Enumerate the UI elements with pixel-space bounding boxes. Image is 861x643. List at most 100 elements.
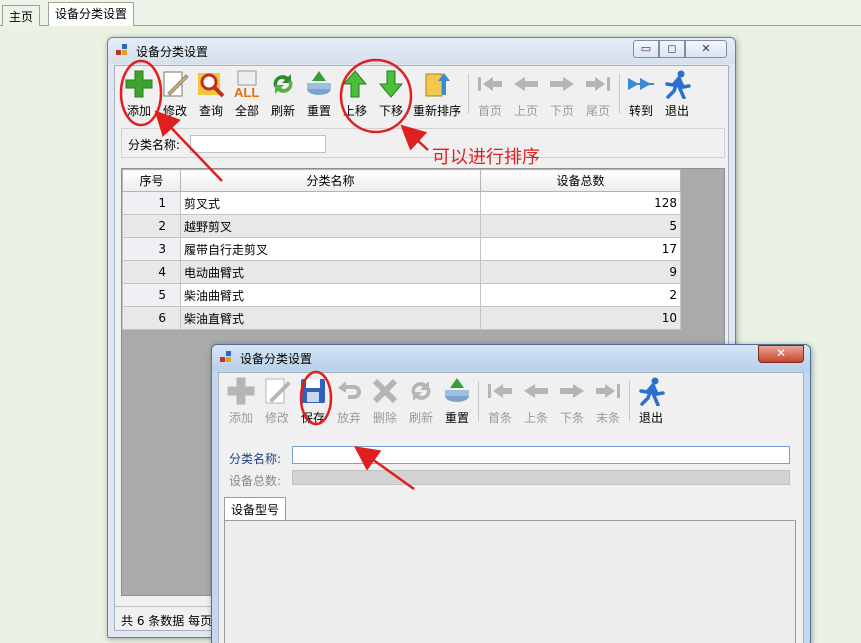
table-row[interactable]: 2 越野剪叉 5	[122, 214, 681, 238]
plus-button[interactable]: 添加	[223, 375, 259, 429]
exit-runner-button[interactable]: 退出	[659, 68, 695, 122]
arrow-down-icon	[375, 68, 407, 100]
edit-button[interactable]: 修改	[259, 375, 295, 429]
row-index-cell: 2	[122, 214, 181, 238]
tab-device-model[interactable]: 设备型号	[224, 497, 287, 520]
caption-buttons: ▭ ◻ ✕	[633, 40, 727, 58]
prev-record-icon	[520, 375, 552, 407]
category-name-field[interactable]	[292, 446, 790, 464]
row-index-cell: 1	[122, 191, 181, 215]
tab-home[interactable]: 主页	[2, 5, 41, 26]
magnifier-button[interactable]: 查询	[193, 68, 229, 122]
next-record-icon	[556, 375, 588, 407]
table-row[interactable]: 6 柴油直臂式 10	[122, 306, 681, 330]
toolbar-label: 退出	[638, 411, 663, 425]
column-header-index[interactable]: 序号	[122, 169, 181, 192]
edit-toolbar: 添加 修改 保存 放弃 删除 刷新 重置 首条 上条 下条 末条 退出	[223, 375, 669, 429]
all-button[interactable]: ALL 全部	[229, 68, 265, 122]
toolbar-label: 添加	[228, 411, 253, 425]
device-total-cell: 5	[480, 214, 681, 238]
category-name-cell: 剪叉式	[180, 191, 481, 215]
tab-device-category-settings[interactable]: 设备分类设置	[48, 2, 135, 27]
toolbar-label: 修改	[162, 104, 187, 118]
refresh-button[interactable]: 刷新	[265, 68, 301, 122]
app-icon	[220, 351, 232, 363]
search-panel: 分类名称:	[121, 128, 725, 158]
toolbar-label: 重置	[306, 104, 331, 118]
device-total-cell: 10	[480, 306, 681, 330]
table-row[interactable]: 3 履带自行走剪叉 17	[122, 237, 681, 261]
sort-annotation-text: 可以进行排序	[432, 147, 540, 168]
plus-button[interactable]: 添加	[121, 68, 157, 122]
category-name-cell: 柴油曲臂式	[180, 283, 481, 307]
toolbar-label: 刷新	[270, 104, 295, 118]
delete-button[interactable]: 删除	[367, 375, 403, 429]
magnifier-icon	[195, 68, 227, 100]
undo-button[interactable]: 放弃	[331, 375, 367, 429]
reset-icon	[441, 375, 473, 407]
device-total-cell: 128	[480, 191, 681, 215]
goto-button[interactable]: 转到	[623, 68, 659, 122]
reset-button[interactable]: 重置	[301, 68, 337, 122]
minimize-button[interactable]: ▭	[633, 40, 659, 58]
device-total-cell: 2	[480, 283, 681, 307]
table-row[interactable]: 1 剪叉式 128	[122, 191, 681, 215]
maximize-button[interactable]: ◻	[659, 40, 685, 58]
first-page-icon	[474, 68, 506, 100]
reset-button[interactable]: 重置	[439, 375, 475, 429]
exit-runner-button[interactable]: 退出	[633, 375, 669, 429]
sort-button[interactable]: 重新排序	[409, 68, 465, 122]
category-table: 序号 分类名称 设备总数 1 剪叉式 128 2 越野剪叉 5 3 履带自行走剪叉 17 4 电动曲…	[122, 169, 681, 330]
goto-icon	[625, 68, 657, 100]
prev-record-button[interactable]: 上条	[518, 375, 554, 429]
prev-page-button[interactable]: 上页	[508, 68, 544, 122]
column-header-category-name[interactable]: 分类名称	[180, 169, 481, 192]
category-name-cell: 电动曲臂式	[180, 260, 481, 284]
svg-text:ALL: ALL	[234, 85, 259, 99]
refresh-button[interactable]: 刷新	[403, 375, 439, 429]
edit-button[interactable]: 修改	[157, 68, 193, 122]
row-index-cell: 6	[122, 306, 181, 330]
toolbar-label: 上页	[513, 104, 538, 118]
app-icon	[116, 44, 128, 56]
row-index-cell: 4	[122, 260, 181, 284]
plus-icon	[123, 68, 155, 100]
floppy-disk-icon	[297, 375, 329, 407]
refresh-icon	[267, 68, 299, 100]
arrow-up-button[interactable]: 上移	[337, 68, 373, 122]
last-record-button[interactable]: 末条	[590, 375, 626, 429]
toolbar-label: 查询	[198, 104, 223, 118]
category-edit-window: 设备分类设置 ✕ 添加 修改 保存 放弃 删除 刷新 重置 首条 上条 下条 末条 退出 分类名称: …	[211, 344, 811, 643]
category-name-cell: 履带自行走剪叉	[180, 237, 481, 261]
category-name-label: 分类名称:	[229, 452, 282, 466]
all-icon: ALL	[231, 68, 263, 100]
arrow-down-button[interactable]: 下移	[373, 68, 409, 122]
title-bar[interactable]: 设备分类设置 ▭ ◻ ✕	[108, 38, 735, 64]
device-model-tab-panel	[224, 520, 796, 643]
toolbar-label: 重新排序	[412, 104, 461, 118]
toolbar-label: 下条	[559, 411, 584, 425]
toolbar-separator	[619, 74, 620, 114]
exit-runner-icon	[661, 68, 693, 100]
next-page-button[interactable]: 下页	[544, 68, 580, 122]
title-bar[interactable]: 设备分类设置 ✕	[212, 345, 810, 371]
close-button[interactable]: ✕	[758, 345, 804, 363]
last-record-icon	[592, 375, 624, 407]
toolbar-label: 上移	[342, 104, 367, 118]
table-row[interactable]: 5 柴油曲臂式 2	[122, 283, 681, 307]
prev-page-icon	[510, 68, 542, 100]
reset-icon	[303, 68, 335, 100]
category-name-search-input[interactable]	[190, 135, 326, 153]
last-page-button[interactable]: 尾页	[580, 68, 616, 122]
table-row[interactable]: 4 电动曲臂式 9	[122, 260, 681, 284]
next-record-button[interactable]: 下条	[554, 375, 590, 429]
close-button[interactable]: ✕	[685, 40, 727, 58]
toolbar-label: 放弃	[336, 411, 361, 425]
exit-runner-icon	[635, 375, 667, 407]
toolbar-label: 转到	[628, 104, 653, 118]
column-header-device-total[interactable]: 设备总数	[480, 169, 681, 192]
floppy-disk-button[interactable]: 保存	[295, 375, 331, 429]
first-page-button[interactable]: 首页	[472, 68, 508, 122]
toolbar-label: 重置	[444, 411, 469, 425]
first-record-button[interactable]: 首条	[482, 375, 518, 429]
